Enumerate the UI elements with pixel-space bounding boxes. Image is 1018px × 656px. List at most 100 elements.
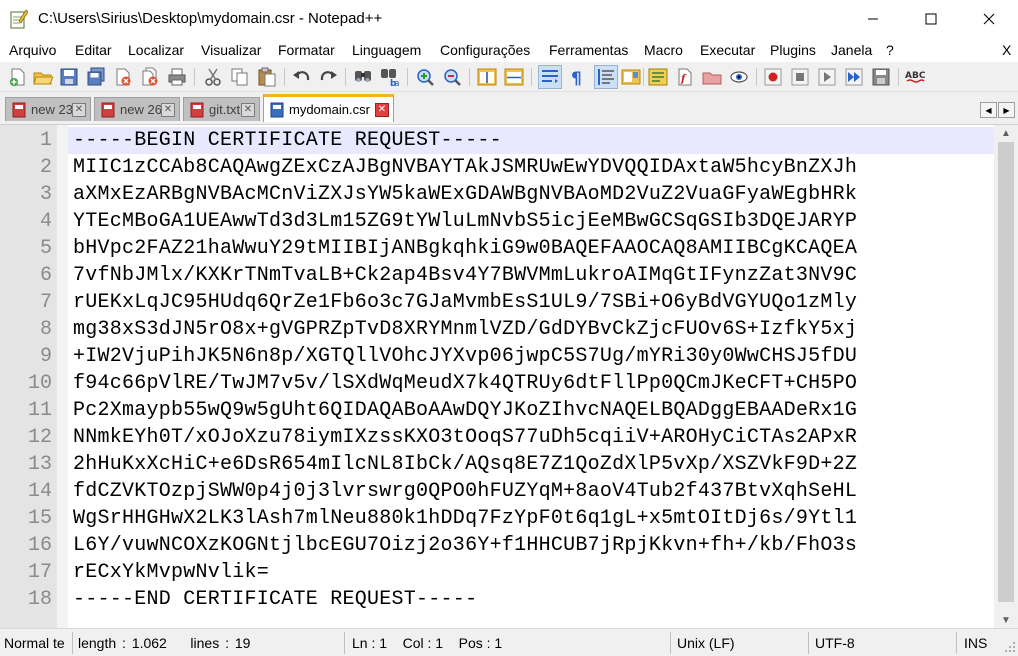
save-icon[interactable] <box>59 67 79 87</box>
menu-plugins[interactable]: Plugins <box>770 42 816 58</box>
toolbar-separator <box>284 68 285 86</box>
menu-arquivo[interactable]: Arquivo <box>9 42 56 58</box>
stop-macro-icon[interactable] <box>790 67 810 87</box>
menu-janela[interactable]: Janela <box>831 42 872 58</box>
replace-icon[interactable]: ba <box>380 67 400 87</box>
line-number: 1 <box>39 129 52 152</box>
code-line: 7vfNbJMlx/KXKrTNmTvaLB+Ck2ap4Bsv4Y7BWVMm… <box>73 264 858 287</box>
close-all-icon[interactable] <box>140 67 160 87</box>
indent-guide-icon[interactable] <box>596 67 616 87</box>
tab-new-26[interactable]: new 26 ✕ <box>94 97 180 121</box>
maximize-button[interactable] <box>902 0 960 38</box>
close-document-button[interactable]: X <box>1002 42 1011 58</box>
status-separator <box>956 632 957 654</box>
run-macro-multiple-icon[interactable] <box>844 67 864 87</box>
doc-map-icon[interactable] <box>621 67 641 87</box>
paste-icon[interactable] <box>257 67 277 87</box>
zoom-out-icon[interactable] <box>442 67 462 87</box>
save-macro-icon[interactable] <box>871 67 891 87</box>
spell-check-icon[interactable]: ABC <box>905 67 925 87</box>
line-number: 8 <box>39 318 52 341</box>
line-number: 11 <box>27 399 52 422</box>
scroll-down-icon: ▼ <box>1001 615 1011 626</box>
monitoring-icon[interactable] <box>702 67 722 87</box>
menu-linguagem[interactable]: Linguagem <box>352 42 421 58</box>
line-number: 16 <box>27 534 52 557</box>
undo-icon[interactable] <box>292 67 312 87</box>
tab-mydomain-csr[interactable]: mydomain.csr ✕ <box>263 94 394 122</box>
menu-configuracoes[interactable]: Configurações <box>440 42 530 58</box>
status-lines: lines : 19 <box>190 635 251 651</box>
code-line: rECxYkMvpwNvlik= <box>73 561 270 584</box>
tab-new-23[interactable]: new 23 ✕ <box>5 97 91 121</box>
tab-scroll-right-button[interactable]: ▶ <box>998 102 1015 118</box>
fold-margin[interactable] <box>56 125 68 629</box>
tab-label: git.txt <box>209 102 241 117</box>
code-line: f94c66pVlRE/TwJM7v5v/lSXdWqMeudX7k4QTRUy… <box>73 372 858 395</box>
resize-grip-icon[interactable] <box>1004 641 1016 653</box>
line-number: 15 <box>27 507 52 530</box>
code-line: L6Y/vuwNCOXzKOGNtjlbcEGU7Oizj2o36Y+f1HHC… <box>73 534 858 557</box>
menu-executar[interactable]: Executar <box>700 42 755 58</box>
menu-localizar[interactable]: Localizar <box>128 42 184 58</box>
folder-workspace-icon[interactable]: f <box>675 67 695 87</box>
redo-icon[interactable] <box>318 67 338 87</box>
code-line: YTEcMBoGA1UEAwwTd3d3Lm15ZG9tYWluLmNvbS5i… <box>73 210 858 233</box>
tab-close-icon[interactable]: ✕ <box>72 102 86 117</box>
line-number: 7 <box>39 291 52 314</box>
zoom-in-icon[interactable] <box>415 67 435 87</box>
editor[interactable]: 1 2 3 4 5 6 7 8 9 10 11 12 13 14 15 16 1… <box>0 124 1018 629</box>
line-number: 6 <box>39 264 52 287</box>
open-file-icon[interactable] <box>33 67 53 87</box>
close-window-button[interactable] <box>960 0 1018 38</box>
tab-close-icon[interactable]: ✕ <box>161 102 175 117</box>
word-wrap-icon[interactable] <box>540 67 560 87</box>
play-macro-icon[interactable] <box>817 67 837 87</box>
menu-help[interactable]: ? <box>886 42 894 58</box>
minimize-button[interactable] <box>844 0 902 38</box>
doc-switcher-icon[interactable] <box>729 67 749 87</box>
code-line: MIIC1zCCAb8CAQAwgZExCzAJBgNVBAYTAkJSMRUw… <box>73 156 858 179</box>
tab-close-icon[interactable]: ✕ <box>375 102 389 117</box>
scrollbar-thumb[interactable] <box>998 142 1014 602</box>
line-number: 12 <box>27 426 52 449</box>
menu-ferramentas[interactable]: Ferramentas <box>549 42 628 58</box>
status-separator <box>344 632 345 654</box>
save-all-icon[interactable] <box>86 67 106 87</box>
show-all-chars-icon[interactable]: ¶ <box>567 67 587 87</box>
scroll-up-button[interactable]: ▲ <box>994 125 1018 142</box>
toolbar-separator <box>194 68 195 86</box>
menu-bar: Arquivo Editar Localizar Visualizar Form… <box>0 38 1018 62</box>
window-title: C:\Users\Sirius\Desktop\mydomain.csr - N… <box>38 10 383 27</box>
tab-git-txt[interactable]: git.txt ✕ <box>183 97 260 121</box>
status-eol: Unix (LF) <box>677 635 735 651</box>
record-macro-icon[interactable] <box>763 67 783 87</box>
menu-formatar[interactable]: Formatar <box>278 42 335 58</box>
menu-macro[interactable]: Macro <box>644 42 683 58</box>
status-language: Normal te <box>4 635 65 651</box>
code-line: WgSrHHGHwX2LK3lAsh7mlNeu880k1hDDq7FzYpF0… <box>73 507 858 530</box>
title-bar: C:\Users\Sirius\Desktop\mydomain.csr - N… <box>0 0 1018 38</box>
menu-editar[interactable]: Editar <box>75 42 112 58</box>
line-number: 14 <box>27 480 52 503</box>
tab-scroll-left-button[interactable]: ◀ <box>980 102 997 118</box>
vertical-scrollbar[interactable]: ▲ ▼ <box>994 125 1018 629</box>
new-file-icon[interactable] <box>8 67 28 87</box>
saved-file-icon <box>270 102 284 117</box>
find-icon[interactable] <box>353 67 373 87</box>
status-length-lines: length : 1.062 lines : 19 <box>74 632 344 654</box>
cut-icon[interactable] <box>203 67 223 87</box>
function-list-icon[interactable] <box>648 67 668 87</box>
copy-icon[interactable] <box>230 67 250 87</box>
line-number: 9 <box>39 345 52 368</box>
tab-close-icon[interactable]: ✕ <box>241 102 255 117</box>
scroll-down-button[interactable]: ▼ <box>994 612 1018 629</box>
sync-vertical-icon[interactable] <box>477 67 497 87</box>
scroll-right-icon: ▶ <box>1003 105 1010 115</box>
code-line: mg38xS3dJN5rO8x+gVGPRZpTvD8XRYMnmlVZD/Gd… <box>73 318 858 341</box>
print-icon[interactable] <box>167 67 187 87</box>
sync-horizontal-icon[interactable] <box>504 67 524 87</box>
close-icon[interactable] <box>113 67 133 87</box>
menu-visualizar[interactable]: Visualizar <box>201 42 261 58</box>
text-area[interactable]: -----BEGIN CERTIFICATE REQUEST----- MIIC… <box>68 125 994 629</box>
